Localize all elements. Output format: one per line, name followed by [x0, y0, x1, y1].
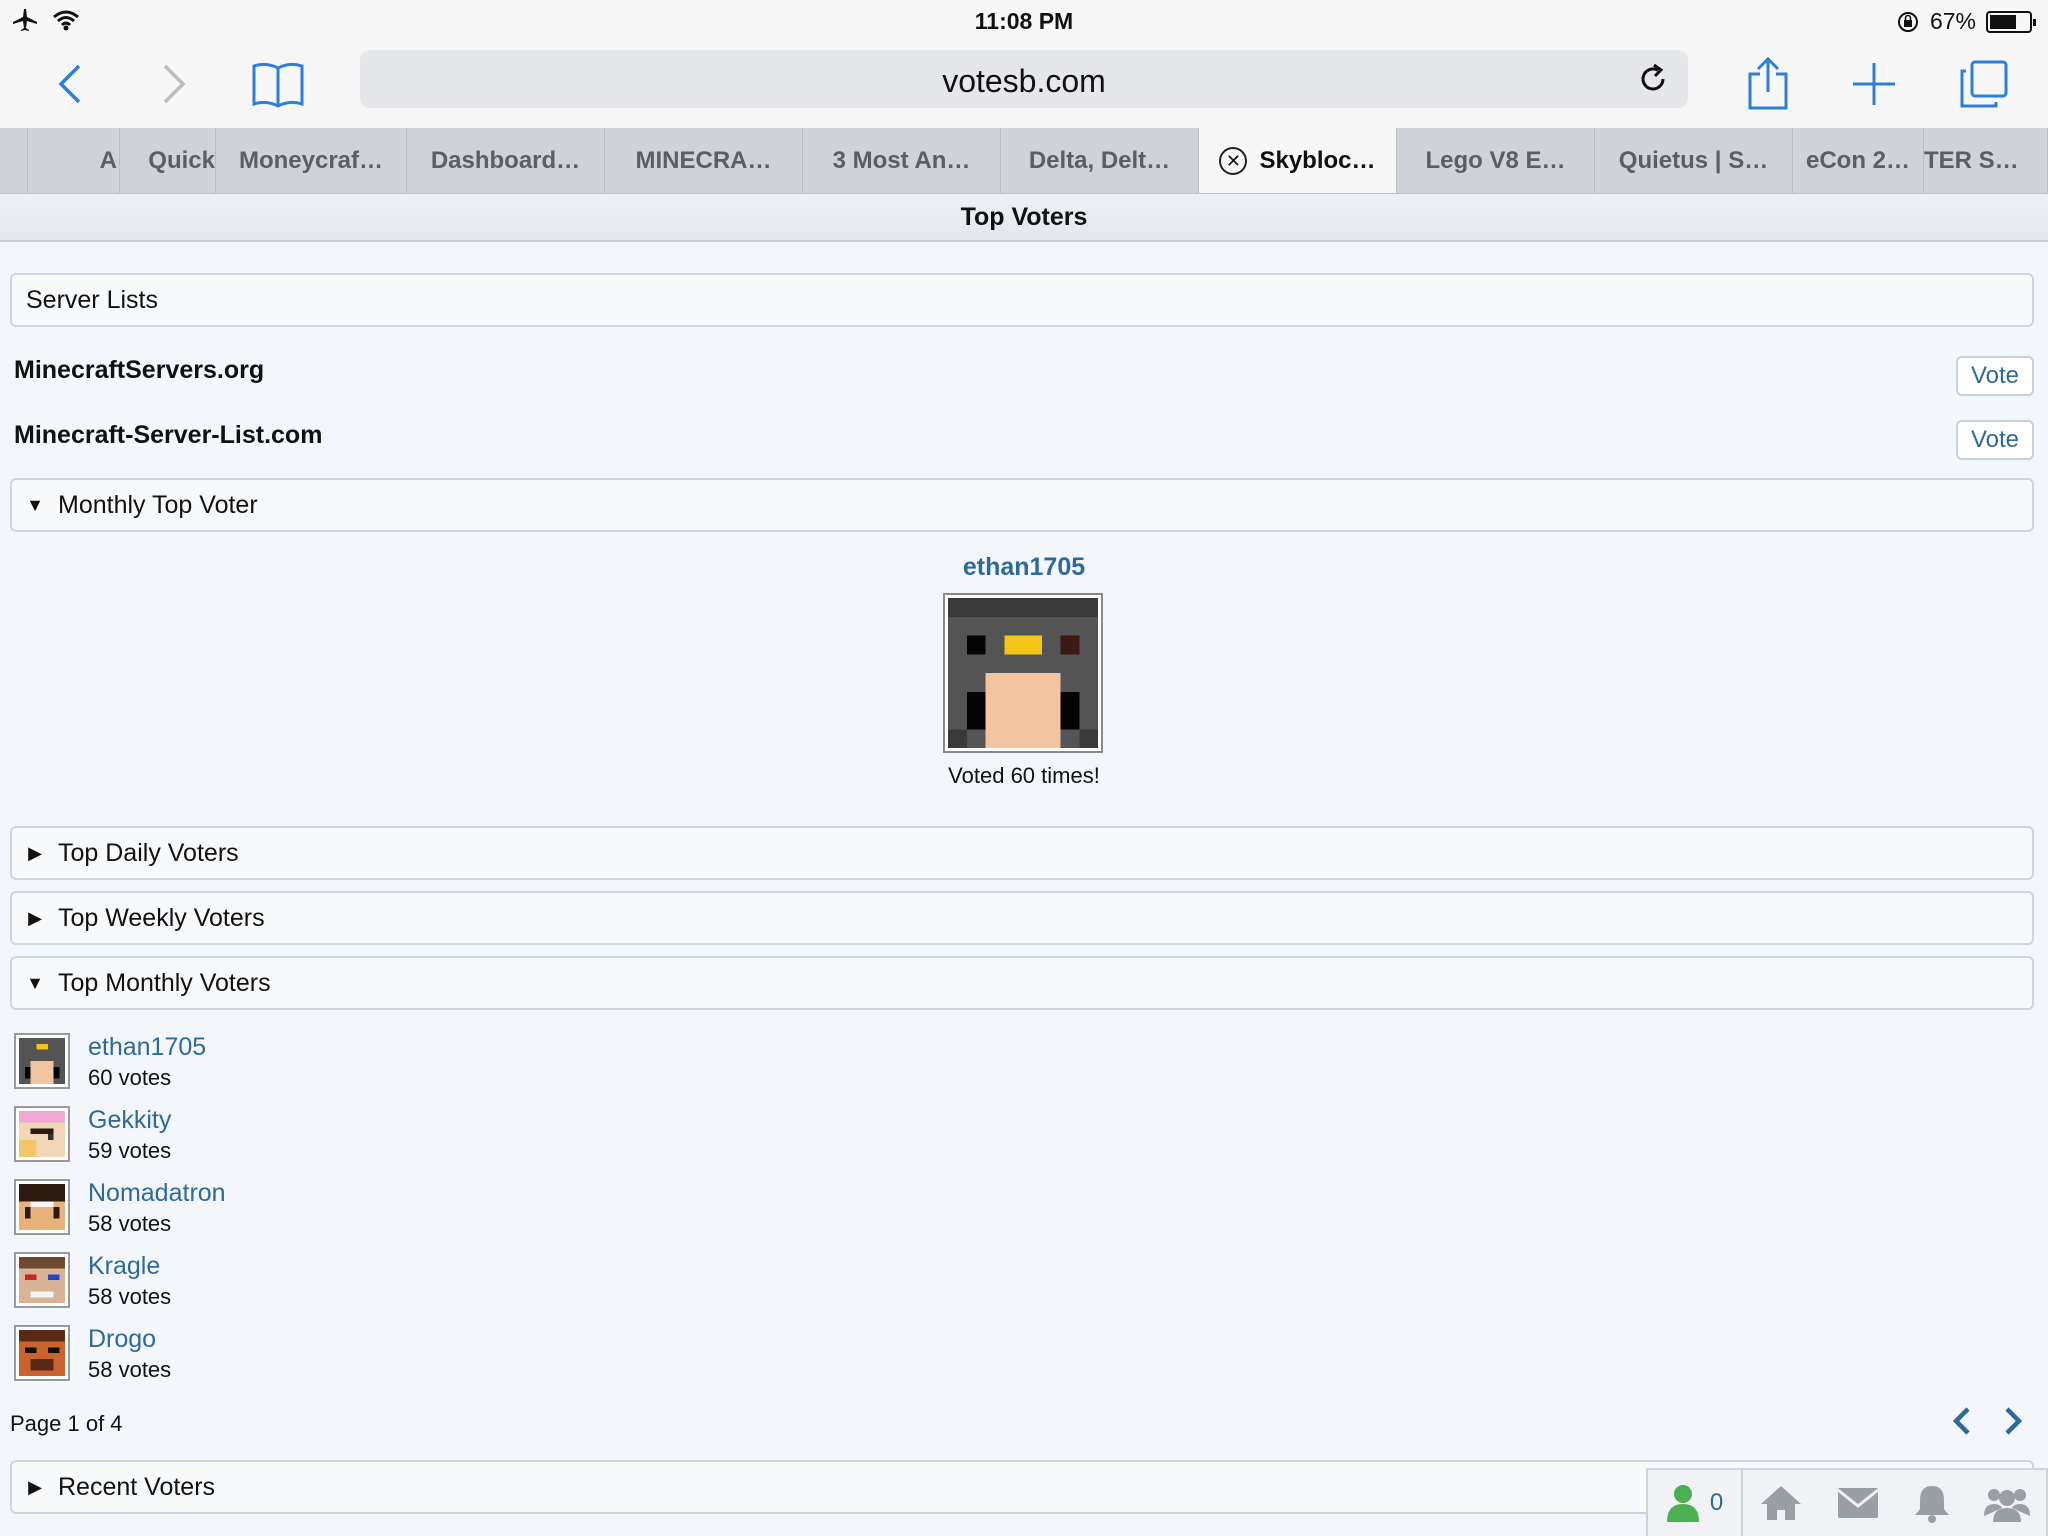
tab-10[interactable]: eCon 2… — [1793, 128, 1924, 193]
caret-right-icon: ▶ — [28, 842, 42, 863]
tab-4[interactable]: MINECRA… — [605, 128, 803, 193]
tabs-icon — [1960, 60, 2008, 108]
server-name: Minecraft-Server-List.com — [14, 421, 323, 449]
forward-button[interactable] — [144, 54, 204, 114]
page-title: Top Voters — [0, 194, 2048, 242]
tab-11[interactable]: TER S… — [1924, 128, 2048, 193]
tab-7-active[interactable]: ✕ Skybloc… — [1199, 128, 1397, 193]
book-icon — [252, 62, 304, 108]
back-button[interactable] — [40, 54, 100, 114]
caret-right-icon: ▶ — [28, 1476, 42, 1497]
online-users-button[interactable]: 0 — [1648, 1470, 1744, 1536]
browser-toolbar: votesb.com — [0, 42, 2048, 128]
tab-bar: A Quick Moneycraf… Dashboard… MINECRA… 3… — [0, 128, 2048, 194]
tab-edge[interactable] — [0, 128, 28, 193]
status-time: 11:08 PM — [974, 8, 1074, 34]
list-item: Drogo 58 votes — [14, 1325, 614, 1385]
bell-icon[interactable] — [1913, 1483, 1951, 1523]
tabs-overview-button[interactable] — [1954, 54, 2014, 114]
plus-icon — [1853, 63, 1895, 105]
tab-1[interactable]: Quick — [120, 128, 216, 193]
top-voter-name-link[interactable]: ethan1705 — [0, 553, 2048, 582]
server-lists-header: Server Lists — [10, 273, 2034, 327]
caret-down-icon: ▼ — [26, 972, 44, 993]
top-weekly-voters-toggle[interactable]: ▶ Top Weekly Voters — [10, 891, 2034, 945]
voter-votes: 60 votes — [88, 1065, 172, 1090]
voter-votes: 58 votes — [88, 1284, 172, 1309]
tab-2[interactable]: Moneycraf… — [216, 128, 407, 193]
voter-votes: 58 votes — [88, 1357, 172, 1382]
list-item: Kragle 58 votes — [14, 1252, 614, 1312]
bookmarks-button[interactable] — [248, 54, 308, 114]
top-voter-count-text: Voted 60 times! — [948, 763, 1100, 788]
top-monthly-voters-toggle[interactable]: ▼ Top Monthly Voters — [10, 956, 2034, 1010]
status-bar: 11:08 PM 67% — [0, 0, 2048, 42]
caret-right-icon: ▶ — [28, 907, 42, 928]
server-name: MinecraftServers.org — [14, 356, 265, 384]
share-button[interactable] — [1738, 54, 1798, 114]
tab-6[interactable]: Delta, Delt… — [1001, 128, 1199, 193]
pagination-text: Page 1 of 4 — [10, 1411, 123, 1436]
battery-percent: 67% — [1929, 8, 1976, 34]
bottom-nav-bar: 0 — [1646, 1468, 2048, 1536]
bottom-nav-icons — [1743, 1470, 2046, 1536]
voter-name-link[interactable]: Gekkity — [88, 1106, 171, 1135]
voter-name-link[interactable]: Nomadatron — [88, 1179, 226, 1208]
url-text: votesb.com — [942, 63, 1106, 99]
voter-name-link[interactable]: Kragle — [88, 1252, 160, 1281]
share-icon — [1748, 56, 1788, 110]
caret-down-icon: ▼ — [26, 494, 44, 515]
reload-icon — [1641, 63, 1665, 91]
avatar[interactable] — [14, 1325, 70, 1381]
online-count: 0 — [1709, 1489, 1724, 1516]
address-bar[interactable]: votesb.com — [360, 50, 1688, 108]
tab-5[interactable]: 3 Most An… — [803, 128, 1001, 193]
voter-name-link[interactable]: ethan1705 — [88, 1033, 206, 1062]
rotation-lock-icon — [1896, 10, 1920, 34]
next-page-button[interactable] — [1999, 1404, 2027, 1438]
tab-0[interactable]: A — [28, 128, 120, 193]
list-item: ethan1705 60 votes — [14, 1033, 614, 1093]
avatar[interactable] — [14, 1179, 70, 1235]
close-tab-icon[interactable]: ✕ — [1219, 147, 1248, 175]
chevron-left-icon — [58, 64, 81, 104]
list-item: Gekkity 59 votes — [14, 1106, 614, 1166]
previous-page-button[interactable] — [1948, 1404, 1976, 1438]
tab-8[interactable]: Lego V8 E… — [1397, 128, 1595, 193]
tab-3[interactable]: Dashboard… — [407, 128, 605, 193]
chevron-right-icon — [163, 64, 186, 104]
avatar[interactable] — [14, 1252, 70, 1308]
new-tab-button[interactable] — [1844, 54, 1904, 114]
users-group-icon[interactable] — [1983, 1484, 2030, 1522]
vote-button-2[interactable]: Vote — [1956, 420, 2034, 460]
vote-button-1[interactable]: Vote — [1956, 356, 2034, 396]
top-voter-avatar[interactable] — [943, 593, 1103, 753]
avatar[interactable] — [14, 1033, 70, 1089]
voter-votes: 59 votes — [88, 1138, 172, 1163]
battery-icon — [1986, 10, 2036, 33]
home-icon[interactable] — [1759, 1484, 1803, 1522]
list-item: Nomadatron 58 votes — [14, 1179, 614, 1239]
chevron-right-icon — [2005, 1407, 2023, 1435]
tab-9[interactable]: Quietus | S… — [1595, 128, 1793, 193]
mail-icon[interactable] — [1836, 1486, 1880, 1520]
top-daily-voters-toggle[interactable]: ▶ Top Daily Voters — [10, 826, 2034, 880]
monthly-top-voter-toggle[interactable]: ▼ Monthly Top Voter — [10, 478, 2034, 532]
user-icon — [1666, 1485, 1699, 1522]
reload-button[interactable] — [1636, 62, 1670, 96]
avatar[interactable] — [14, 1106, 70, 1162]
voter-name-link[interactable]: Drogo — [88, 1325, 156, 1354]
chevron-left-icon — [1952, 1407, 1970, 1435]
voter-votes: 58 votes — [88, 1211, 172, 1236]
